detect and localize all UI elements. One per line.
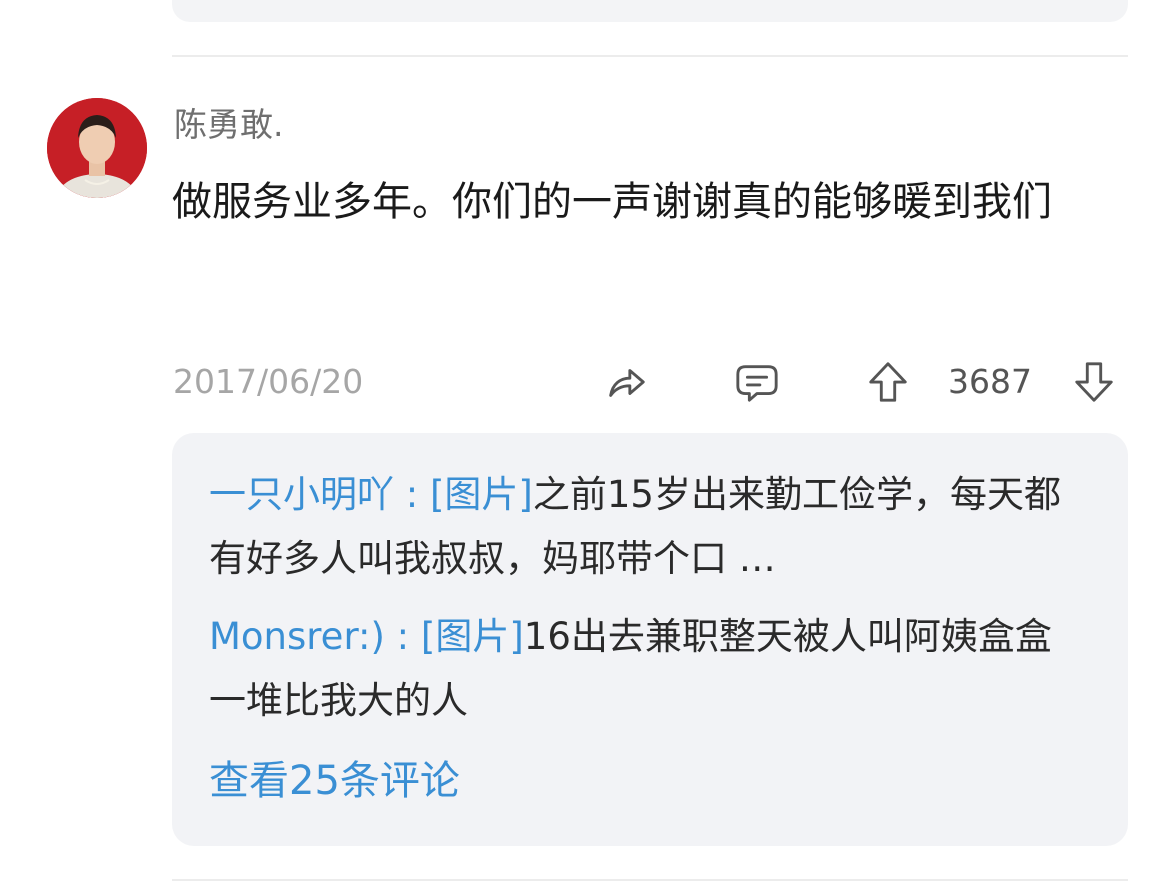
comment-content: 做服务业多年。你们的一声谢谢真的能够暖到我们: [172, 179, 1052, 225]
downvote-button[interactable]: [1068, 356, 1120, 408]
upvote-button[interactable]: [862, 356, 914, 408]
share-button[interactable]: [600, 356, 652, 408]
vote-count: 3687: [948, 362, 1032, 401]
share-arrow-icon: [609, 369, 645, 397]
reply-separator: :: [384, 615, 421, 658]
arrow-down-icon: [1075, 362, 1113, 402]
reply-author[interactable]: 一只小明吖: [209, 473, 394, 516]
previous-card: [172, 0, 1128, 22]
divider: [172, 55, 1128, 57]
avatar[interactable]: [47, 98, 147, 198]
comment-button[interactable]: [731, 356, 783, 408]
arrow-up-icon: [869, 362, 907, 402]
post-date: 2017/06/20: [173, 362, 364, 401]
username[interactable]: 陈勇敢.: [174, 104, 284, 146]
comment-bubble-icon: [736, 365, 778, 402]
avatar-image: [47, 98, 147, 198]
divider: [172, 879, 1128, 881]
reply-image-link[interactable]: [图片]: [421, 615, 524, 658]
reply-item[interactable]: 一只小明吖 : [图片]之前15岁出来勤工俭学，每天都有好多人叫我叔叔，妈耶带个…: [209, 463, 1079, 591]
reply-author[interactable]: Monsrer:): [209, 615, 385, 658]
reply-separator: :: [394, 473, 430, 516]
reply-item[interactable]: Monsrer:) : [图片]16出去兼职整天被人叫阿姨盒盒一堆比我大的人: [209, 605, 1079, 733]
replies-panel: 一只小明吖 : [图片]之前15岁出来勤工俭学，每天都有好多人叫我叔叔，妈耶带个…: [172, 433, 1128, 846]
reply-image-link[interactable]: [图片]: [430, 473, 533, 516]
view-all-comments-link[interactable]: 查看25条评论: [209, 753, 460, 809]
